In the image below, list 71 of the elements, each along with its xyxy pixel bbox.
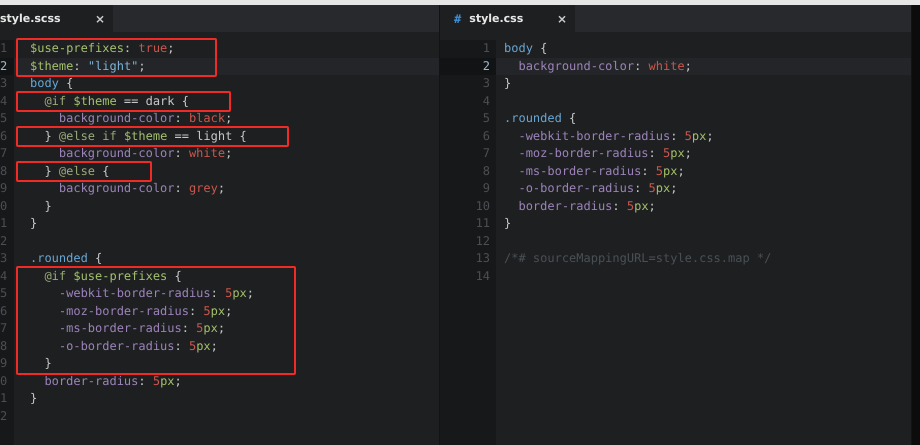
- line-number: 1: [0, 215, 8, 232]
- file-tab[interactable]: style.scss ×: [0, 5, 113, 32]
- line-number: 9: [482, 180, 492, 197]
- code-line: }: [30, 390, 38, 407]
- code-line: }: [43, 355, 52, 372]
- line-number: 3: [482, 75, 492, 92]
- line-number: 4: [482, 92, 492, 110]
- code-line: @if $use-prefixes {: [43, 268, 182, 284]
- code-line: }: [504, 215, 512, 232]
- code-line: -ms-border-radius: 5px;: [517, 162, 685, 180]
- line-number: 9: [0, 355, 8, 372]
- code-line: .rounded {: [504, 110, 576, 127]
- code-line: }: [504, 75, 512, 92]
- line-number: 2: [0, 58, 14, 75]
- line-number: 8: [0, 162, 8, 180]
- code-line: -o-border-radius: 5px;: [517, 180, 678, 197]
- line-number: 7: [0, 320, 8, 337]
- line-number: 2: [440, 58, 496, 75]
- line-number: 5: [0, 285, 8, 302]
- code-line: @if $theme == dark {: [43, 92, 189, 110]
- line-number: 4: [0, 92, 8, 110]
- code-line: -moz-border-radius: 5px;: [58, 302, 232, 320]
- code-line: background-color: black;: [58, 110, 232, 127]
- line-number: 14: [474, 268, 492, 284]
- code-line: body {: [504, 40, 548, 57]
- code-line: $theme: "light";: [30, 58, 146, 75]
- line-number: 11: [474, 215, 492, 232]
- code-line: background-color: grey;: [58, 180, 226, 197]
- code-line: background-color: white;: [517, 58, 692, 75]
- code-line: -webkit-border-radius: 5px;: [517, 128, 714, 144]
- line-number: 3: [0, 75, 8, 92]
- code-line: $use-prefixes: true;: [30, 40, 175, 57]
- line-number: 2: [0, 408, 8, 424]
- line-number: 1: [0, 390, 8, 407]
- code-line: background-color: white;: [58, 145, 232, 162]
- line-number: 5: [482, 110, 492, 127]
- code-line: }: [30, 215, 38, 232]
- line-number: 6: [0, 302, 8, 320]
- code-line: body {: [30, 75, 74, 92]
- line-number: 3: [0, 250, 8, 267]
- file-tab[interactable]: # style.css ×: [440, 5, 576, 32]
- line-number: 8: [482, 162, 492, 180]
- line-number: 13: [474, 250, 492, 267]
- line-number: 0: [0, 372, 8, 390]
- close-tab-icon[interactable]: ×: [94, 12, 105, 26]
- code-line: -webkit-border-radius: 5px;: [58, 285, 254, 302]
- line-number: 12: [474, 232, 492, 250]
- line-number: 4: [0, 268, 8, 284]
- line-number: 6: [482, 128, 492, 144]
- close-tab-icon[interactable]: ×: [556, 12, 568, 26]
- line-number: 10: [474, 198, 492, 214]
- line-number: 2: [0, 232, 8, 250]
- line-number: 7: [482, 145, 492, 162]
- line-number: 6: [0, 128, 8, 144]
- code-line: } @else {: [43, 162, 110, 180]
- code-line: border-radius: 5px;: [43, 372, 182, 390]
- code-line: border-radius: 5px;: [517, 198, 656, 214]
- line-number: 1: [482, 40, 492, 57]
- line-number: 8: [0, 338, 8, 354]
- line-number: 9: [0, 180, 8, 197]
- code-line: }: [43, 198, 52, 214]
- line-number: 1: [0, 40, 8, 57]
- code-line: -o-border-radius: 5px;: [58, 338, 218, 354]
- hash-icon: #: [454, 12, 462, 26]
- line-number: 7: [0, 145, 8, 162]
- code-line: } @else if $theme == light {: [43, 128, 247, 145]
- code-line: -moz-border-radius: 5px;: [517, 145, 692, 162]
- code-line: .rounded {: [30, 250, 102, 267]
- code-line: -ms-border-radius: 5px;: [58, 320, 226, 337]
- line-number: 5: [0, 110, 8, 127]
- line-number: 0: [0, 198, 8, 214]
